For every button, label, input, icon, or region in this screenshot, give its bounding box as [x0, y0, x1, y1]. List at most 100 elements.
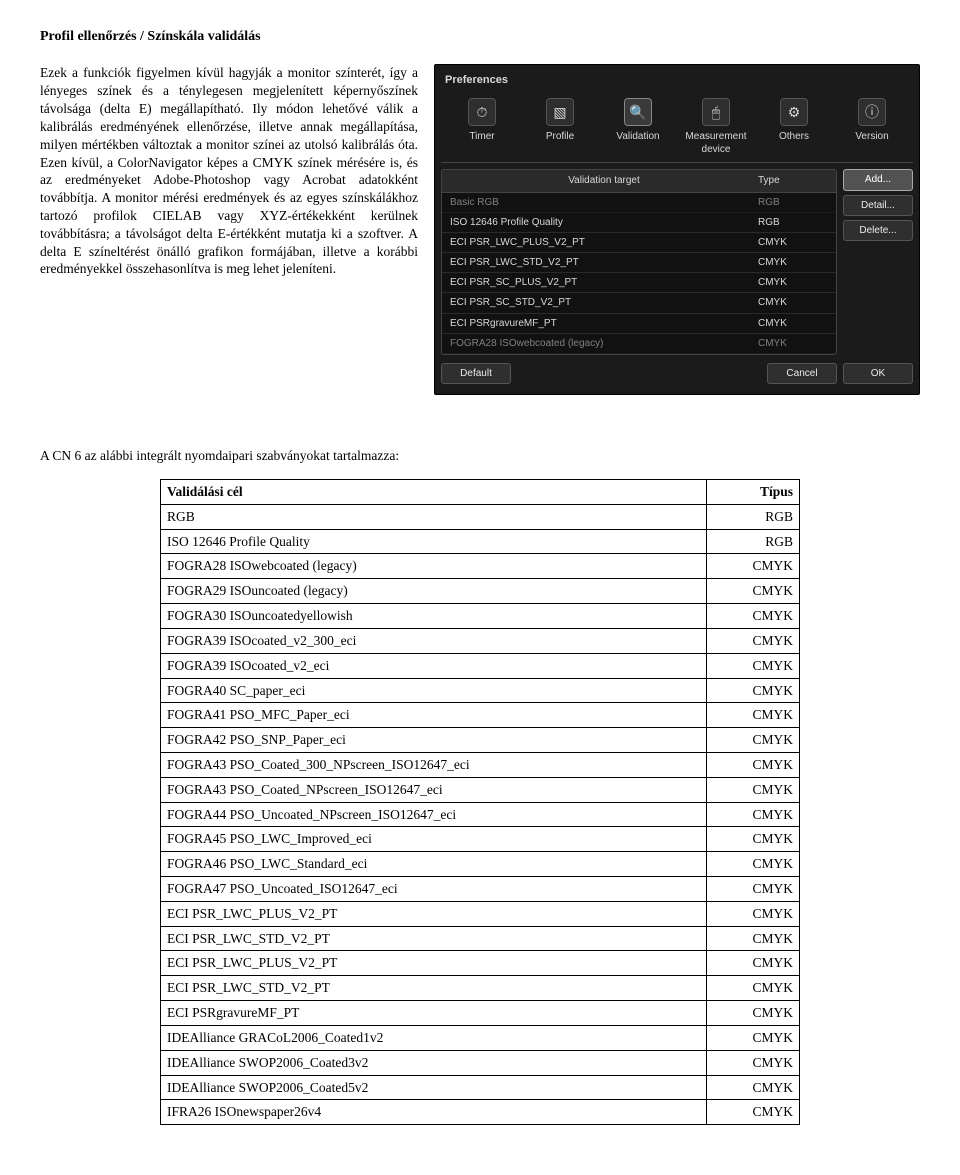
- list-item-name: FOGRA28 ISOwebcoated (legacy): [450, 337, 758, 350]
- std-name-cell: IDEAlliance GRACoL2006_Coated1v2: [161, 1025, 707, 1050]
- std-name-cell: FOGRA29 ISOuncoated (legacy): [161, 579, 707, 604]
- table-row: ECI PSR_LWC_PLUS_V2_PTCMYK: [161, 951, 800, 976]
- table-row: ECI PSR_LWC_PLUS_V2_PTCMYK: [161, 901, 800, 926]
- table-row: FOGRA28 ISOwebcoated (legacy)CMYK: [161, 554, 800, 579]
- list-item-type: RGB: [758, 216, 828, 229]
- header-target: Validation target: [450, 174, 758, 187]
- body-text: Ezek a funkciók figyelmen kívül hagyják …: [40, 64, 418, 395]
- table-row: FOGRA45 PSO_LWC_Improved_eciCMYK: [161, 827, 800, 852]
- tab-validation[interactable]: 🔍 Validation: [599, 98, 677, 156]
- list-header: Validation target Type: [442, 170, 836, 192]
- table-row: FOGRA43 PSO_Coated_300_NPscreen_ISO12647…: [161, 752, 800, 777]
- delete-button[interactable]: Delete...: [843, 220, 913, 241]
- detail-button[interactable]: Detail...: [843, 195, 913, 216]
- side-buttons: Add... Detail... Delete...: [843, 169, 913, 355]
- table-row: FOGRA39 ISOcoated_v2_300_eciCMYK: [161, 628, 800, 653]
- std-type-cell: CMYK: [707, 976, 800, 1001]
- tab-measurement[interactable]: 🖱 Measurement device: [677, 98, 755, 156]
- list-item-name: ECI PSRgravureMF_PT: [450, 317, 758, 330]
- table-row: IDEAlliance SWOP2006_Coated3v2CMYK: [161, 1050, 800, 1075]
- std-name-cell: FOGRA30 ISOuncoatedyellowish: [161, 604, 707, 629]
- std-type-cell: CMYK: [707, 554, 800, 579]
- table-row: IFRA26 ISOnewspaper26v4CMYK: [161, 1100, 800, 1125]
- std-name-cell: ECI PSR_LWC_PLUS_V2_PT: [161, 951, 707, 976]
- std-type-cell: CMYK: [707, 877, 800, 902]
- table-row: FOGRA41 PSO_MFC_Paper_eciCMYK: [161, 703, 800, 728]
- tab-version[interactable]: ⓘ Version: [833, 98, 911, 156]
- list-item[interactable]: ECI PSR_SC_STD_V2_PTCMYK: [442, 293, 836, 313]
- table-row: FOGRA44 PSO_Uncoated_NPscreen_ISO12647_e…: [161, 802, 800, 827]
- list-item[interactable]: ECI PSR_LWC_STD_V2_PTCMYK: [442, 253, 836, 273]
- std-name-cell: FOGRA41 PSO_MFC_Paper_eci: [161, 703, 707, 728]
- list-item-type: CMYK: [758, 337, 828, 350]
- std-name-cell: ECI PSRgravureMF_PT: [161, 1001, 707, 1026]
- standards-intro: A CN 6 az alábbi integrált nyomdaipari s…: [40, 447, 920, 465]
- validation-icon: 🔍: [624, 98, 652, 126]
- std-name-cell: FOGRA46 PSO_LWC_Standard_eci: [161, 852, 707, 877]
- tab-timer[interactable]: ⏱ Timer: [443, 98, 521, 156]
- standards-table: Validálási cél Típus RGBRGBISO 12646 Pro…: [160, 479, 800, 1125]
- tab-version-label: Version: [855, 130, 888, 143]
- two-column-layout: Ezek a funkciók figyelmen kívül hagyják …: [40, 64, 920, 395]
- std-header-type: Típus: [707, 480, 800, 505]
- std-name-cell: IDEAlliance SWOP2006_Coated3v2: [161, 1050, 707, 1075]
- list-item-name: ISO 12646 Profile Quality: [450, 216, 758, 229]
- std-name-cell: FOGRA28 ISOwebcoated (legacy): [161, 554, 707, 579]
- list-item-type: CMYK: [758, 317, 828, 330]
- list-item-type: CMYK: [758, 276, 828, 289]
- table-row: FOGRA30 ISOuncoatedyellowishCMYK: [161, 604, 800, 629]
- prefs-footer: Default Cancel OK: [441, 355, 913, 384]
- table-row: FOGRA43 PSO_Coated_NPscreen_ISO12647_eci…: [161, 777, 800, 802]
- table-row: FOGRA46 PSO_LWC_Standard_eciCMYK: [161, 852, 800, 877]
- table-row: RGBRGB: [161, 504, 800, 529]
- timer-icon: ⏱: [468, 98, 496, 126]
- table-row: ECI PSRgravureMF_PTCMYK: [161, 1001, 800, 1026]
- add-button[interactable]: Add...: [843, 169, 913, 190]
- cancel-button[interactable]: Cancel: [767, 363, 837, 384]
- others-icon: ⚙: [780, 98, 808, 126]
- list-item[interactable]: ECI PSR_LWC_PLUS_V2_PTCMYK: [442, 233, 836, 253]
- tab-others-label: Others: [779, 130, 809, 143]
- std-type-cell: CMYK: [707, 604, 800, 629]
- std-type-cell: CMYK: [707, 1025, 800, 1050]
- ok-button[interactable]: OK: [843, 363, 913, 384]
- tab-timer-label: Timer: [469, 130, 494, 143]
- list-item[interactable]: ISO 12646 Profile QualityRGB: [442, 213, 836, 233]
- version-icon: ⓘ: [858, 98, 886, 126]
- std-type-cell: CMYK: [707, 827, 800, 852]
- std-type-cell: CMYK: [707, 852, 800, 877]
- std-type-cell: CMYK: [707, 1001, 800, 1026]
- measurement-icon: 🖱: [702, 98, 730, 126]
- std-type-cell: CMYK: [707, 901, 800, 926]
- list-item[interactable]: FOGRA28 ISOwebcoated (legacy)CMYK: [442, 334, 836, 354]
- table-row: ECI PSR_LWC_STD_V2_PTCMYK: [161, 976, 800, 1001]
- std-name-cell: FOGRA43 PSO_Coated_NPscreen_ISO12647_eci: [161, 777, 707, 802]
- list-item-name: ECI PSR_LWC_PLUS_V2_PT: [450, 236, 758, 249]
- tab-others[interactable]: ⚙ Others: [755, 98, 833, 156]
- std-name-cell: ECI PSR_LWC_STD_V2_PT: [161, 926, 707, 951]
- std-name-cell: IFRA26 ISOnewspaper26v4: [161, 1100, 707, 1125]
- std-name-cell: FOGRA40 SC_paper_eci: [161, 678, 707, 703]
- validation-target-list[interactable]: Validation target Type Basic RGBRGB ISO …: [441, 169, 837, 355]
- tab-profile[interactable]: ▧ Profile: [521, 98, 599, 156]
- tab-profile-label: Profile: [546, 130, 574, 143]
- header-type: Type: [758, 174, 828, 187]
- std-type-cell: CMYK: [707, 1075, 800, 1100]
- default-button[interactable]: Default: [441, 363, 511, 384]
- list-item[interactable]: Basic RGBRGB: [442, 193, 836, 213]
- tab-measurement-label: Measurement device: [677, 130, 755, 156]
- prefs-title: Preferences: [441, 71, 913, 94]
- std-type-cell: CMYK: [707, 579, 800, 604]
- list-item-type: CMYK: [758, 236, 828, 249]
- list-item[interactable]: ECI PSR_SC_PLUS_V2_PTCMYK: [442, 273, 836, 293]
- table-row: IDEAlliance SWOP2006_Coated5v2CMYK: [161, 1075, 800, 1100]
- list-item[interactable]: ECI PSRgravureMF_PTCMYK: [442, 314, 836, 334]
- table-row: ECI PSR_LWC_STD_V2_PTCMYK: [161, 926, 800, 951]
- std-type-cell: CMYK: [707, 1050, 800, 1075]
- standards-table-wrap: Validálási cél Típus RGBRGBISO 12646 Pro…: [40, 479, 920, 1125]
- list-item-name: ECI PSR_SC_PLUS_V2_PT: [450, 276, 758, 289]
- table-row: ISO 12646 Profile QualityRGB: [161, 529, 800, 554]
- std-name-cell: FOGRA44 PSO_Uncoated_NPscreen_ISO12647_e…: [161, 802, 707, 827]
- profile-icon: ▧: [546, 98, 574, 126]
- table-row: FOGRA42 PSO_SNP_Paper_eciCMYK: [161, 728, 800, 753]
